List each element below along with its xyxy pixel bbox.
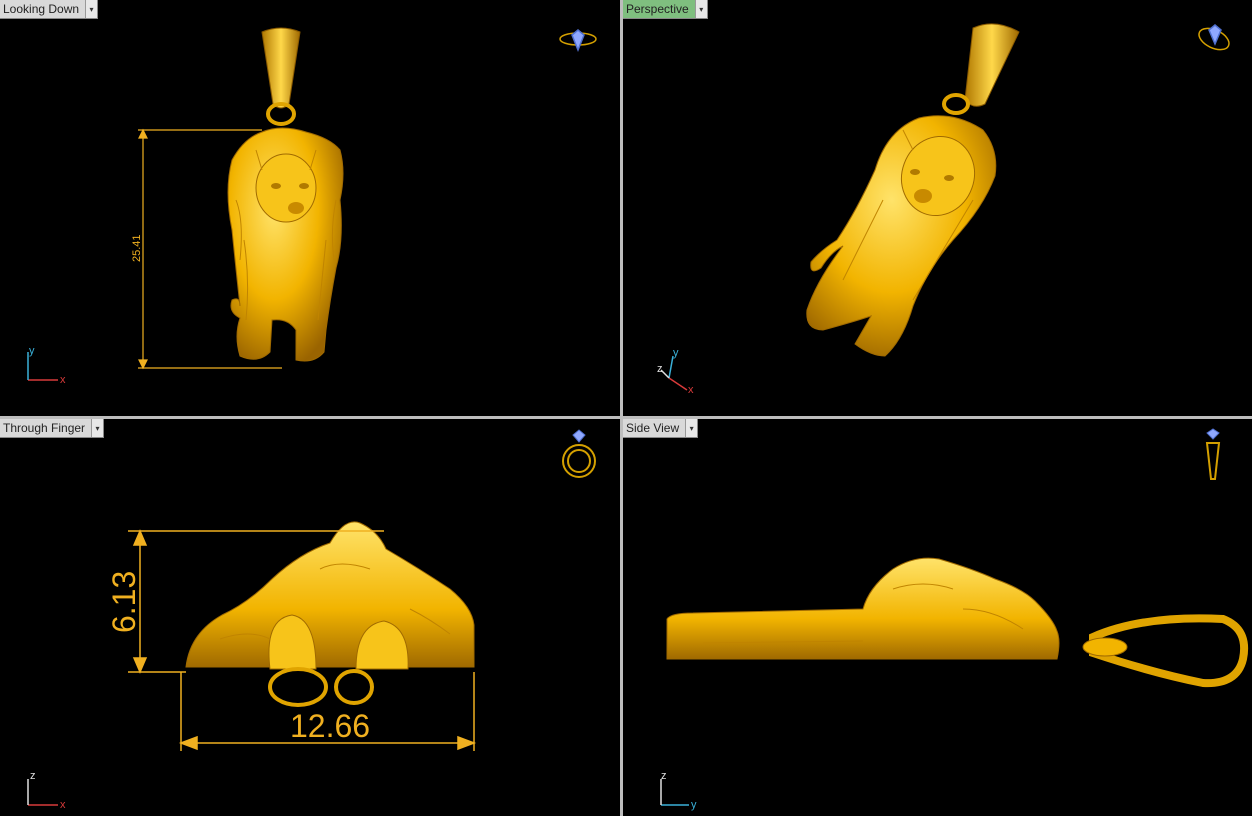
- axis-label-y: y: [29, 345, 35, 357]
- viewport-through-finger[interactable]: 6.13 12.66 z x Through Finger ▾: [0, 419, 620, 816]
- viewport-label-text: Side View: [626, 421, 680, 435]
- pendant-bail: [1082, 614, 1248, 688]
- bail-loop: [942, 93, 970, 115]
- tiger-eye-left: [910, 169, 920, 175]
- viewport-label-side-view[interactable]: Side View ▾: [623, 419, 699, 438]
- axis-label-x: x: [60, 374, 66, 386]
- tiger-front-profile: [185, 521, 475, 668]
- pendant-bail: [964, 23, 1020, 107]
- view-widget-icon[interactable]: [559, 29, 597, 53]
- side-view-icon[interactable]: [1205, 428, 1221, 480]
- viewport-label-text: Through Finger: [3, 421, 86, 435]
- viewport-canvas: 6.13 12.66 z x: [27, 429, 596, 811]
- dimension-width-value: 12.66: [290, 708, 370, 744]
- axis-label-z: z: [661, 770, 667, 782]
- viewport-canvas: y z x: [657, 23, 1233, 396]
- axis-label-y: y: [691, 799, 697, 811]
- chevron-down-icon[interactable]: ▾: [91, 419, 104, 437]
- chevron-down-icon[interactable]: ▾: [685, 419, 698, 437]
- dimension-height-value: 6.13: [106, 571, 142, 633]
- axis-label-z: z: [657, 363, 663, 375]
- axis-label-z: z: [30, 770, 36, 782]
- tiger-nose: [914, 189, 932, 203]
- tiger-eye-left: [271, 183, 281, 189]
- axis-label-y: y: [673, 347, 679, 359]
- axis-label-x: x: [688, 384, 694, 396]
- viewport-side-view[interactable]: z y Side View ▾: [623, 419, 1252, 816]
- viewport-label-perspective[interactable]: Perspective ▾: [623, 0, 708, 19]
- viewport-label-looking-down[interactable]: Looking Down ▾: [0, 0, 99, 19]
- ring-view-icon[interactable]: [562, 429, 596, 478]
- chevron-down-icon[interactable]: ▾: [85, 0, 98, 18]
- axis-triad: [660, 355, 688, 391]
- viewport-perspective[interactable]: y z x Perspective ▾: [623, 0, 1252, 416]
- tiger-eye-right: [299, 183, 309, 189]
- viewport-label-through-finger[interactable]: Through Finger ▾: [0, 419, 105, 438]
- viewport-label-text: Looking Down: [3, 2, 80, 16]
- axis-triad: [660, 779, 689, 806]
- viewport-canvas: z y: [660, 428, 1248, 811]
- viewport-canvas: 25.41 y x: [27, 27, 597, 386]
- dimension-value: 25.41: [131, 234, 143, 262]
- viewport-looking-down[interactable]: 25.41 y x Looking Down ▾: [0, 0, 620, 416]
- tiger-nose: [288, 202, 304, 214]
- view-widget-icon[interactable]: [1196, 24, 1233, 54]
- axis-label-x: x: [60, 799, 66, 811]
- tiger-side-profile: [666, 557, 1060, 660]
- axis-triad: [27, 779, 58, 806]
- pendant-bail: [261, 27, 301, 109]
- viewport-label-text: Perspective: [626, 2, 689, 16]
- chevron-down-icon[interactable]: ▾: [694, 0, 707, 18]
- tiger-eye-right: [944, 175, 954, 181]
